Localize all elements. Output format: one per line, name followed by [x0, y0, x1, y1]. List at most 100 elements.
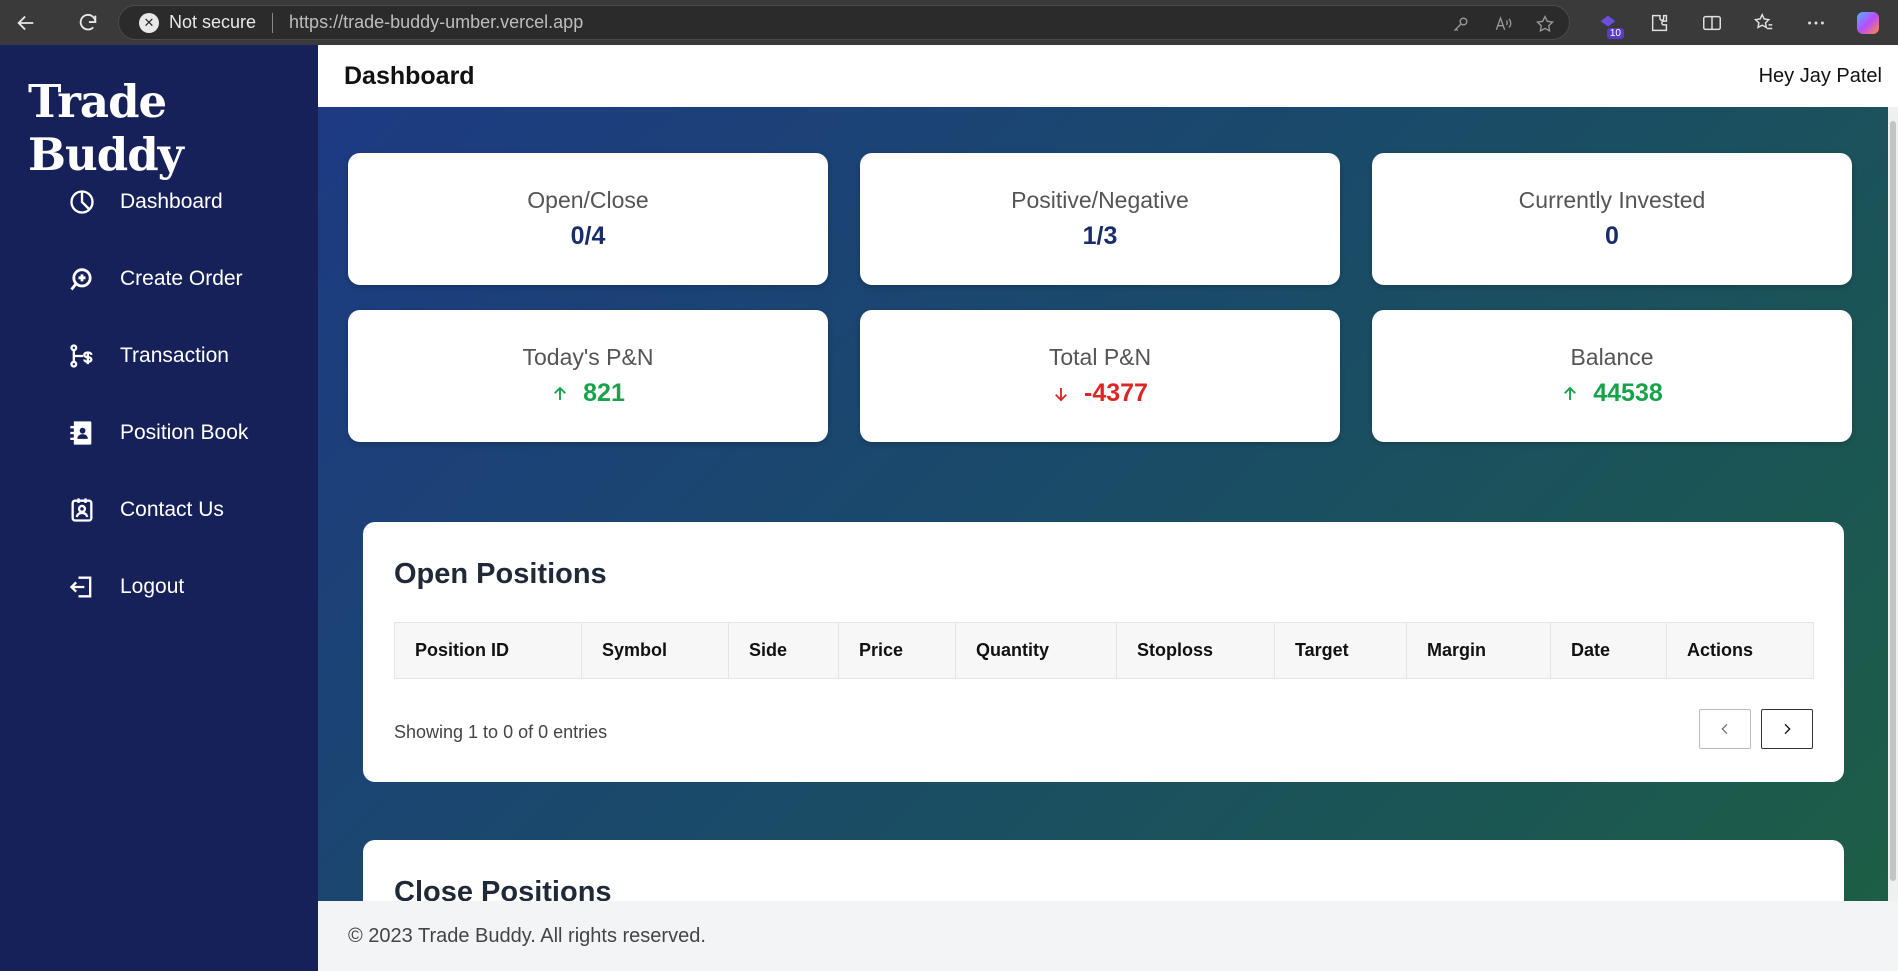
split-screen-icon [1703, 15, 1721, 30]
stat-value-text: 821 [583, 379, 625, 407]
sidebar-item-label: Contact Us [120, 497, 224, 521]
pie-chart-icon [70, 189, 94, 214]
close-positions-title: Close Positions [394, 876, 612, 901]
close-positions-panel: Close Positions [363, 840, 1844, 901]
read-aloud-icon[interactable] [1493, 14, 1513, 34]
stat-value-text: 44538 [1593, 379, 1663, 407]
url-text[interactable]: https://trade-buddy-umber.vercel.app [289, 12, 583, 33]
sidebar-item-create-order[interactable]: Create Order [0, 240, 318, 317]
user-greeting[interactable]: Hey Jay Patel [1759, 65, 1882, 88]
address-divider [272, 12, 274, 33]
stat-card-balance: Balance 44538 [1372, 310, 1852, 442]
key-icon[interactable] [1451, 14, 1471, 34]
stat-value: 0 [1605, 222, 1619, 251]
arrow-left-icon [17, 15, 34, 30]
column-header[interactable]: Symbol [581, 622, 729, 679]
sidebar-item-transaction[interactable]: Transaction [0, 317, 318, 394]
browser-toolbar-right: 10 [1586, 0, 1898, 45]
stat-value-text: 0/4 [570, 222, 606, 250]
column-header[interactable]: Price [838, 622, 956, 679]
copilot-button[interactable] [1846, 1, 1890, 45]
contact-badge-icon [71, 497, 93, 522]
stat-card-total-pn: Total P&N -4377 [860, 310, 1340, 442]
stat-value-text: -4377 [1084, 379, 1148, 407]
security-label[interactable]: Not secure [169, 12, 256, 33]
chevron-left-icon [1721, 723, 1728, 735]
arrow-up-icon [554, 386, 567, 400]
sidebar-item-contact-us[interactable]: Contact Us [0, 471, 318, 548]
open-positions-panel: Open Positions Position ID Symbol Side P… [363, 522, 1844, 782]
sidebar: Trade Buddy Dashboard Create Order Trans… [0, 45, 318, 971]
extension-button[interactable]: 10 [1586, 1, 1630, 45]
stat-value: -4377 [1052, 379, 1148, 408]
open-positions-table: Position ID Symbol Side Price Quantity S… [394, 622, 1814, 679]
arrow-down-icon [1055, 387, 1067, 401]
sidebar-item-logout[interactable]: Logout [0, 548, 318, 625]
table-header-row: Position ID Symbol Side Price Quantity S… [394, 622, 1814, 679]
browser-toolbar: ✕ Not secure https://trade-buddy-umber.v… [0, 0, 1898, 45]
stat-value: 44538 [1561, 379, 1663, 408]
column-header[interactable]: Stoploss [1116, 622, 1275, 679]
copilot-icon [1857, 11, 1879, 34]
address-actions [1451, 6, 1555, 41]
sidebar-item-label: Transaction [120, 343, 229, 367]
stat-value: 1/3 [1083, 222, 1118, 251]
transaction-icon [70, 343, 93, 368]
more-dots-icon [1808, 21, 1824, 24]
column-header[interactable]: Target [1274, 622, 1407, 679]
contact-book-icon [70, 420, 92, 445]
copyright-text: © 2023 Trade Buddy. All rights reserved. [348, 924, 706, 947]
stat-label: Today's P&N [522, 344, 654, 370]
stat-label: Balance [1570, 344, 1654, 370]
sidebar-menu: Dashboard Create Order Transaction Posit… [0, 163, 318, 625]
stat-label: Open/Close [527, 187, 649, 213]
stat-card-todays-pn: Today's P&N 821 [348, 310, 828, 442]
sidebar-item-position-book[interactable]: Position Book [0, 394, 318, 471]
next-page-button[interactable] [1761, 709, 1813, 749]
scrollbar-thumb[interactable] [1890, 121, 1896, 881]
stat-label: Currently Invested [1518, 187, 1706, 213]
stat-card-currently-invested: Currently Invested 0 [1372, 153, 1852, 285]
column-header[interactable]: Date [1550, 622, 1667, 679]
dashboard-content[interactable]: Open/Close 0/4 Positive/Negative 1/3 Cur… [318, 107, 1898, 901]
sidebar-item-label: Dashboard [120, 189, 223, 213]
favorite-star-icon[interactable] [1535, 14, 1555, 34]
stat-label: Positive/Negative [1011, 187, 1189, 213]
favorites-button[interactable] [1742, 1, 1786, 45]
column-header[interactable]: Side [728, 622, 839, 679]
stat-card-positive-negative: Positive/Negative 1/3 [860, 153, 1340, 285]
extensions-button[interactable] [1638, 1, 1682, 45]
chevron-right-icon [1784, 723, 1791, 735]
refresh-icon [79, 13, 97, 30]
sidebar-item-label: Logout [120, 574, 185, 598]
back-button[interactable] [6, 3, 46, 43]
top-header: Dashboard Hey Jay Patel [318, 45, 1898, 107]
entries-info: Showing 1 to 0 of 0 entries [394, 722, 608, 742]
sidebar-item-dashboard[interactable]: Dashboard [0, 163, 318, 240]
stat-card-open-close: Open/Close 0/4 [348, 153, 828, 285]
split-screen-button[interactable] [1690, 1, 1734, 45]
stat-value: 0/4 [571, 222, 606, 251]
favorites-icon [1753, 12, 1773, 29]
stat-value: 821 [551, 379, 625, 408]
sidebar-item-label: Create Order [120, 266, 243, 290]
prev-page-button[interactable] [1699, 709, 1751, 749]
not-secure-icon[interactable]: ✕ [139, 12, 159, 33]
column-header[interactable]: Margin [1406, 622, 1551, 679]
page-title: Dashboard [344, 61, 475, 90]
puzzle-icon [1651, 14, 1668, 31]
content-scrollbar[interactable] [1888, 107, 1898, 901]
sidebar-item-label: Position Book [120, 420, 249, 444]
column-header[interactable]: Quantity [955, 622, 1117, 679]
main-area: Dashboard Hey Jay Patel Open/Close 0/4 P… [318, 45, 1898, 971]
more-button[interactable] [1794, 1, 1838, 45]
address-bar[interactable]: ✕ Not secure https://trade-buddy-umber.v… [118, 5, 1570, 40]
column-header[interactable]: Actions [1666, 622, 1814, 679]
column-header[interactable]: Position ID [394, 622, 582, 679]
arrow-up-icon [1564, 386, 1577, 400]
footer: © 2023 Trade Buddy. All rights reserved. [318, 901, 1898, 971]
stat-value-text: 0 [1605, 222, 1619, 250]
open-positions-title: Open Positions [394, 558, 607, 590]
extension-badge: 10 [1606, 27, 1624, 39]
refresh-button[interactable] [68, 3, 108, 43]
